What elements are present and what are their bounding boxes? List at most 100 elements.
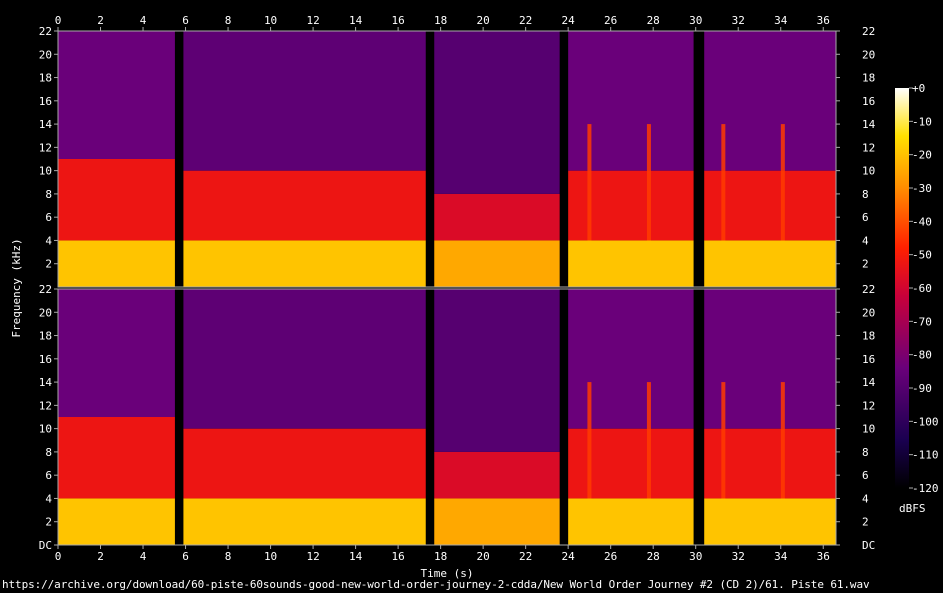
x-tick-label: 28 bbox=[647, 550, 660, 563]
y-tick-label: 22 bbox=[862, 25, 875, 38]
x-tick-label: 22 bbox=[519, 14, 532, 27]
y-tick-label: 16 bbox=[39, 353, 52, 366]
colorbar-tick-label: -50 bbox=[912, 249, 932, 262]
segment-band bbox=[183, 170, 426, 241]
y-tick-label: 10 bbox=[39, 423, 52, 436]
y-tick-label: 22 bbox=[862, 283, 875, 296]
segment-band bbox=[568, 428, 694, 499]
colorbar-tick-label: -100 bbox=[912, 415, 939, 428]
y-tick-label: 4 bbox=[862, 234, 869, 247]
y-tick-label: 14 bbox=[39, 118, 53, 131]
x-tick-label: 26 bbox=[604, 550, 617, 563]
y-tick-label: 12 bbox=[39, 399, 52, 412]
x-tick-label: 8 bbox=[225, 14, 232, 27]
colorbar-tick-label: -110 bbox=[912, 449, 939, 462]
x-tick-label: 0 bbox=[55, 14, 62, 27]
y-tick-label: 20 bbox=[862, 306, 875, 319]
segment-band bbox=[183, 289, 426, 429]
y-tick-label: 12 bbox=[39, 141, 52, 154]
y-tick-label: 18 bbox=[39, 72, 52, 85]
x-tick-label: 14 bbox=[349, 14, 363, 27]
transient-streak bbox=[646, 382, 651, 499]
transient-streak bbox=[721, 124, 726, 241]
x-tick-label: 20 bbox=[477, 550, 490, 563]
x-tick-label: 10 bbox=[264, 550, 277, 563]
y-tick-label: 12 bbox=[862, 141, 875, 154]
transient-streak bbox=[646, 124, 651, 241]
x-tick-label: 2 bbox=[97, 550, 104, 563]
x-tick-label: 34 bbox=[774, 550, 788, 563]
x-tick-label: 24 bbox=[562, 550, 576, 563]
y-tick-label: 4 bbox=[862, 492, 869, 505]
spectrogram-chart: 0022446688101012121414161618182020222224… bbox=[10, 14, 939, 580]
y-tick-label: 6 bbox=[862, 211, 869, 224]
x-tick-label: 8 bbox=[225, 550, 232, 563]
y-tick-label: 2 bbox=[45, 516, 52, 529]
segment-band bbox=[434, 289, 560, 452]
segment-band bbox=[58, 31, 175, 159]
x-tick-label: 0 bbox=[55, 550, 62, 563]
colorbar-gradient bbox=[895, 88, 909, 488]
y-tick-label: 4 bbox=[45, 234, 52, 247]
y-tick-label: 16 bbox=[862, 353, 875, 366]
colorbar-tick-label: -20 bbox=[912, 149, 932, 162]
colorbar-tick-label: -120 bbox=[912, 482, 939, 495]
x-tick-label: 28 bbox=[647, 14, 660, 27]
segment-band bbox=[568, 31, 694, 171]
y-tick-label: 6 bbox=[45, 469, 52, 482]
colorbar-tick-label: -40 bbox=[912, 215, 932, 228]
x-tick-label: 6 bbox=[182, 14, 189, 27]
segment-band bbox=[434, 498, 560, 545]
x-tick-label: 36 bbox=[817, 14, 830, 27]
segment-band bbox=[183, 240, 426, 287]
segment-band bbox=[183, 428, 426, 499]
y-tick-label: 18 bbox=[39, 330, 52, 343]
x-tick-label: 34 bbox=[774, 14, 788, 27]
y-tick-label: 6 bbox=[45, 211, 52, 224]
y-axis-label: Frequency (kHz) bbox=[10, 238, 23, 337]
y-tick-label: 14 bbox=[862, 376, 876, 389]
x-tick-label: 6 bbox=[182, 550, 189, 563]
x-tick-label: 18 bbox=[434, 14, 447, 27]
segment-band bbox=[704, 498, 836, 545]
y-tick-label: DC bbox=[39, 539, 52, 552]
y-tick-label: 18 bbox=[862, 72, 875, 85]
y-tick-label: 8 bbox=[862, 188, 869, 201]
y-tick-label: 16 bbox=[39, 95, 52, 108]
x-tick-label: 4 bbox=[140, 550, 147, 563]
y-tick-label: 10 bbox=[862, 165, 875, 178]
y-tick-label: 20 bbox=[39, 306, 52, 319]
y-tick-label: 8 bbox=[862, 446, 869, 459]
y-tick-label: 14 bbox=[862, 118, 876, 131]
colorbar-tick-label: -70 bbox=[912, 315, 932, 328]
colorbar-tick-label: -90 bbox=[912, 382, 932, 395]
x-tick-label: 12 bbox=[306, 14, 319, 27]
x-tick-label: 10 bbox=[264, 14, 277, 27]
x-tick-label: 12 bbox=[306, 550, 319, 563]
segment-band bbox=[58, 240, 175, 287]
y-tick-label: 2 bbox=[862, 516, 869, 529]
colorbar-tick-label: -30 bbox=[912, 182, 932, 195]
channel-1-spectrogram bbox=[57, 30, 837, 288]
y-tick-label: 2 bbox=[862, 258, 869, 271]
segment-band bbox=[568, 498, 694, 545]
y-tick-label: 6 bbox=[862, 469, 869, 482]
y-tick-label: 22 bbox=[39, 283, 52, 296]
segment-band bbox=[568, 289, 694, 429]
y-tick-label: 20 bbox=[39, 48, 52, 61]
segment-band bbox=[58, 498, 175, 545]
x-tick-label: 2 bbox=[97, 14, 104, 27]
x-tick-label: 20 bbox=[477, 14, 490, 27]
segment-band bbox=[434, 31, 560, 194]
colorbar-tick-label: -10 bbox=[912, 115, 932, 128]
segment-band bbox=[183, 31, 426, 171]
transient-streak bbox=[721, 382, 726, 499]
x-tick-label: 26 bbox=[604, 14, 617, 27]
y-tick-label: 2 bbox=[45, 258, 52, 271]
y-tick-label: 4 bbox=[45, 492, 52, 505]
x-tick-label: 24 bbox=[562, 14, 576, 27]
colorbar-tick-label: -60 bbox=[912, 282, 932, 295]
x-tick-label: 30 bbox=[689, 14, 702, 27]
y-tick-label: 10 bbox=[39, 165, 52, 178]
segment-band bbox=[704, 240, 836, 287]
